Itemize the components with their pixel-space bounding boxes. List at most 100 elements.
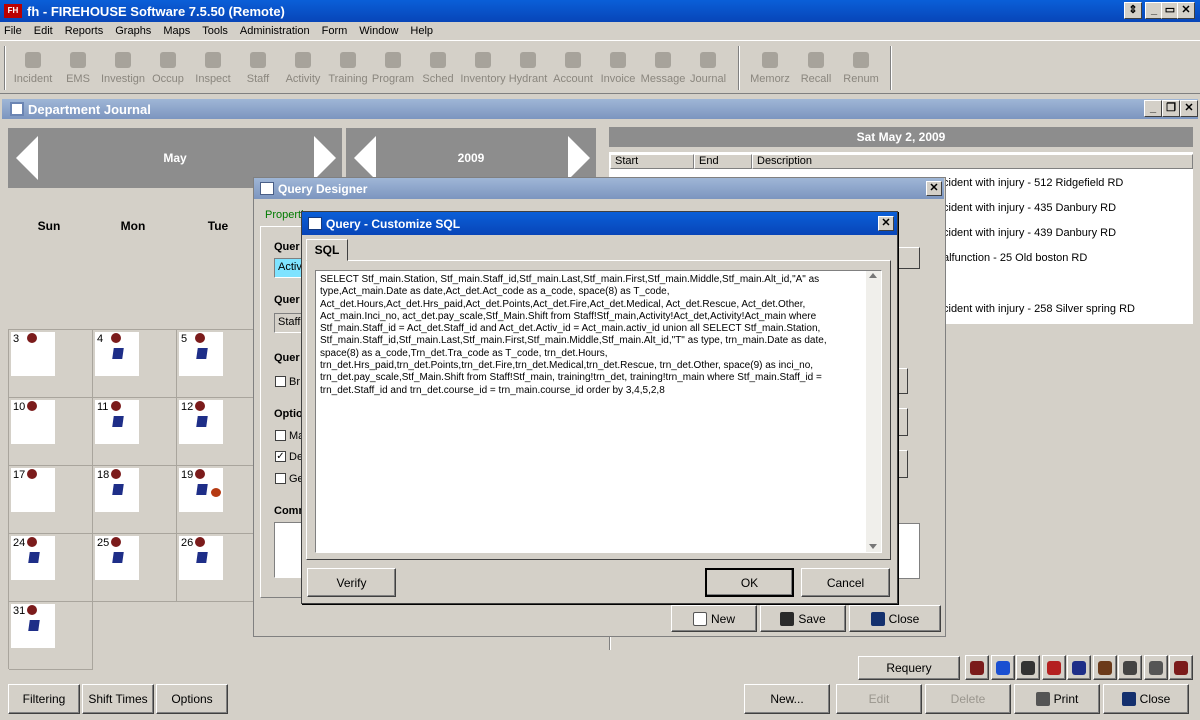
prev-month-arrow-icon[interactable] — [16, 136, 38, 180]
calendar-day-cell[interactable]: 26 — [177, 534, 261, 602]
options-button[interactable]: Options — [156, 684, 228, 714]
qd-scrollbox[interactable] — [898, 523, 920, 579]
book-icon[interactable] — [112, 416, 124, 427]
qd-side-button[interactable] — [898, 247, 920, 269]
fire-icon[interactable] — [111, 537, 121, 547]
toolbar-inspect-button[interactable]: Inspect — [190, 48, 236, 92]
alarm-filter-button[interactable] — [1041, 655, 1066, 680]
toolbar-investign-button[interactable]: Investign — [100, 48, 146, 92]
calendar-day-cell[interactable]: 10 — [9, 398, 93, 466]
journal-restore-button[interactable]: ❐ — [1162, 100, 1180, 117]
ems-filter-button[interactable] — [990, 655, 1015, 680]
menu-tools[interactable]: Tools — [202, 25, 228, 37]
fire-filter-button[interactable] — [965, 655, 989, 680]
fire-icon[interactable] — [27, 401, 37, 411]
requery-button[interactable]: Requery — [858, 656, 960, 680]
fire-icon[interactable] — [27, 469, 37, 479]
fire-icon[interactable] — [27, 333, 37, 343]
toolbar-staff-button[interactable]: Staff — [235, 48, 281, 92]
calendar-day-cell[interactable]: 4 — [93, 330, 177, 398]
event-row[interactable]: cident with injury - 258 Silver spring R… — [943, 303, 1135, 315]
verify-button[interactable]: Verify — [307, 568, 396, 597]
ok-button[interactable]: OK — [705, 568, 794, 597]
close-app-button[interactable]: ✕ — [1177, 2, 1195, 19]
calendar-day-cell[interactable]: 3 — [9, 330, 93, 398]
book-icon[interactable] — [196, 348, 208, 359]
menu-maps[interactable]: Maps — [163, 25, 190, 37]
toolbar-program-button[interactable]: Program — [370, 48, 416, 92]
scroll-up-icon[interactable] — [869, 273, 877, 278]
calendar-day-cell[interactable]: 19 — [177, 466, 261, 534]
toolbar-sched-button[interactable]: Sched — [415, 48, 461, 92]
qd-new-button[interactable]: New — [671, 605, 757, 632]
fire-icon[interactable] — [111, 333, 121, 343]
fire-icon[interactable] — [195, 401, 205, 411]
qd-side-button[interactable] — [898, 368, 908, 394]
qd-close-button[interactable]: Close — [849, 605, 941, 632]
book-icon[interactable] — [196, 484, 208, 495]
fire-icon[interactable] — [195, 333, 205, 343]
menu-edit[interactable]: Edit — [34, 25, 53, 37]
book-icon[interactable] — [112, 348, 124, 359]
column-description[interactable]: Description — [752, 154, 1193, 169]
day-edit-button[interactable]: Edit — [836, 684, 922, 714]
staff-field[interactable]: Staff — [274, 313, 302, 333]
activity-field[interactable]: Activ — [274, 258, 302, 278]
book-filter-button[interactable] — [1067, 655, 1091, 680]
fire-icon[interactable] — [111, 401, 121, 411]
sql-scrollbar[interactable] — [866, 271, 881, 552]
sql-dialog-close-icon[interactable]: ✕ — [878, 216, 894, 231]
toolbar-journal-button[interactable]: Journal — [685, 48, 731, 92]
calendar-day-cell[interactable]: 24 — [9, 534, 93, 602]
toolbar-incident-button[interactable]: Incident — [10, 48, 56, 92]
journal-close-button[interactable]: ✕ — [1180, 100, 1198, 117]
station-filter-button[interactable] — [1118, 655, 1142, 680]
fire-icon[interactable] — [195, 469, 205, 479]
filtering-button[interactable]: Filtering — [8, 684, 80, 714]
toolbar-recall-button[interactable]: Recall — [793, 48, 839, 92]
day-new-button[interactable]: New... — [744, 684, 830, 714]
restore-small-icon[interactable]: ⇕ — [1124, 2, 1142, 19]
calendar-day-cell[interactable]: 12 — [177, 398, 261, 466]
check-de[interactable]: ✓ — [275, 451, 286, 462]
toolbar-memorz-button[interactable]: Memorz — [747, 48, 793, 92]
column-start[interactable]: Start — [610, 154, 694, 169]
book-icon[interactable] — [196, 416, 208, 427]
phone-filter-button[interactable] — [1016, 655, 1040, 680]
key-filter-button[interactable] — [1143, 655, 1168, 680]
calendar-day-cell[interactable]: 18 — [93, 466, 177, 534]
book-icon[interactable] — [196, 552, 208, 563]
qd-save-button[interactable]: Save — [760, 605, 846, 632]
toolbar-activity-button[interactable]: Activity — [280, 48, 326, 92]
toolbar-inventory-button[interactable]: Inventory — [460, 48, 506, 92]
prev-year-arrow-icon[interactable] — [354, 136, 376, 180]
event-row[interactable]: cident with injury - 439 Danbury RD — [943, 227, 1116, 239]
menu-administration[interactable]: Administration — [240, 25, 310, 37]
person-filter-button[interactable] — [1169, 655, 1193, 680]
check-ge[interactable] — [275, 473, 286, 484]
query-designer-close-icon[interactable]: ✕ — [926, 181, 942, 196]
calendar-day-cell[interactable]: 17 — [9, 466, 93, 534]
calendar-day-cell[interactable]: 11 — [93, 398, 177, 466]
menu-graphs[interactable]: Graphs — [115, 25, 151, 37]
toolbar-message-button[interactable]: Message — [640, 48, 686, 92]
qd-side-button[interactable] — [898, 450, 908, 478]
comment-box[interactable] — [274, 522, 302, 578]
day-close-button[interactable]: Close — [1103, 684, 1189, 714]
book-icon[interactable] — [112, 552, 124, 563]
scroll-down-icon[interactable] — [869, 544, 877, 549]
next-year-arrow-icon[interactable] — [568, 136, 590, 180]
medic-filter-button[interactable] — [1092, 655, 1117, 680]
fire-icon[interactable] — [27, 537, 37, 547]
calendar-day-cell[interactable]: 31 — [9, 602, 93, 670]
fire-icon[interactable] — [27, 605, 37, 615]
calendar-day-cell[interactable]: 5 — [177, 330, 261, 398]
next-month-arrow-icon[interactable] — [314, 136, 336, 180]
menu-form[interactable]: Form — [322, 25, 348, 37]
cancel-button[interactable]: Cancel — [801, 568, 890, 597]
toolbar-hydrant-button[interactable]: Hydrant — [505, 48, 551, 92]
menu-file[interactable]: File — [4, 25, 22, 37]
tab-sql[interactable]: SQL — [306, 239, 348, 261]
qd-side-button[interactable] — [898, 408, 908, 436]
book-icon[interactable] — [28, 620, 40, 631]
